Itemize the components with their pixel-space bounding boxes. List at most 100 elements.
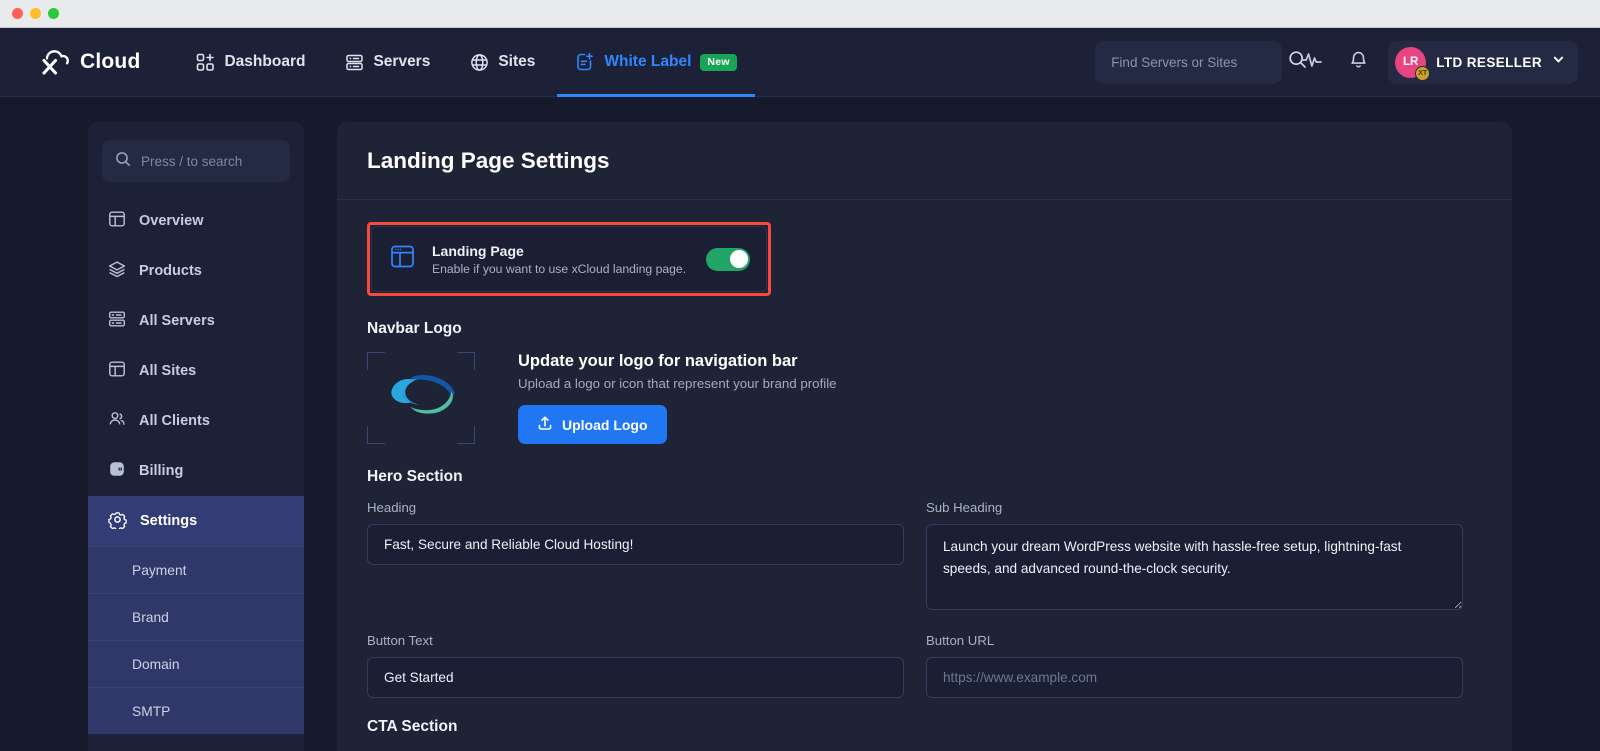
textarea-hero-subheading[interactable] — [926, 524, 1463, 610]
navbar-logo-heading: Update your logo for navigation bar — [518, 352, 798, 370]
globe-icon — [470, 53, 489, 72]
sidebar-subitem-domain[interactable]: Domain — [88, 640, 304, 687]
nav-label-dashboard: Dashboard — [224, 53, 306, 70]
server-rack-icon — [108, 310, 126, 332]
nav-label-white-label: White Label — [604, 53, 692, 70]
hero-section-title: Hero Section — [367, 468, 463, 485]
main-nav-items: Dashboard Servers Sites White Label New — [178, 28, 756, 97]
cta-section-title: CTA Section — [367, 718, 458, 735]
sidebar-item-settings[interactable]: Settings — [88, 496, 304, 546]
sidebar-item-products[interactable]: Products — [88, 246, 304, 296]
sidebar-sublabel-brand: Brand — [132, 609, 169, 625]
brand-logo[interactable]: Cloud — [38, 49, 140, 75]
nav-item-dashboard[interactable]: Dashboard — [178, 28, 323, 96]
label-hero-subheading: Sub Heading — [926, 500, 1003, 515]
nav-item-white-label[interactable]: White Label New — [557, 28, 756, 97]
user-name: LTD RESELLER — [1436, 54, 1542, 70]
top-right-controls: LR XT LTD RESELLER — [1095, 40, 1578, 84]
field-button-text: Button Text — [367, 633, 904, 698]
input-button-url[interactable] — [926, 657, 1463, 698]
brand-name: Cloud — [80, 50, 141, 73]
avatar-tier-badge: XT — [1415, 65, 1431, 81]
sidebar-sublabel-smtp: SMTP — [132, 703, 171, 719]
sidebar-label-products: Products — [139, 263, 202, 279]
landing-page-toggle[interactable] — [706, 247, 750, 271]
sidebar-label-billing: Billing — [139, 463, 184, 479]
main-panel: Landing Page Settings Landing Page Enabl… — [337, 122, 1512, 751]
logo-preview-frame[interactable] — [367, 352, 475, 444]
input-hero-heading[interactable] — [367, 524, 904, 565]
notifications-button[interactable] — [1342, 46, 1374, 78]
input-button-text[interactable] — [367, 657, 904, 698]
sidebar-search-box[interactable] — [102, 140, 304, 182]
xcloud-swirl-logo — [384, 368, 458, 429]
xcloud-cloud-x-icon — [38, 49, 72, 75]
sidebar-label-all-clients: All Clients — [139, 413, 210, 429]
sidebar-item-billing[interactable]: Billing — [88, 446, 304, 496]
server-rack-icon — [345, 53, 364, 72]
sidebar-subitem-payment[interactable]: Payment — [88, 546, 304, 593]
upload-logo-button[interactable]: Upload Logo — [518, 405, 667, 444]
app-window: Cloud Dashboard Servers Sites White Labe… — [0, 28, 1600, 751]
maximize-button[interactable] — [48, 8, 59, 19]
close-button[interactable] — [12, 8, 23, 19]
crop-corner-bl — [367, 426, 385, 444]
minimize-button[interactable] — [30, 8, 41, 19]
upload-logo-label: Upload Logo — [562, 416, 648, 433]
sidebar-item-overview[interactable]: Overview — [88, 196, 304, 246]
wallet-icon — [108, 460, 126, 482]
crop-corner-br — [457, 426, 475, 444]
sidebar-item-all-clients[interactable]: All Clients — [88, 396, 304, 446]
traffic-lights — [12, 8, 59, 19]
sidebar-search-input[interactable] — [141, 153, 304, 169]
label-hero-heading: Heading — [367, 500, 417, 515]
activity-button[interactable] — [1296, 46, 1328, 78]
window-titlebar — [0, 0, 1600, 28]
users-icon — [108, 410, 126, 432]
user-menu[interactable]: LR XT LTD RESELLER — [1388, 40, 1578, 84]
sidebar-label-settings: Settings — [140, 513, 198, 529]
navbar-logo-section-title: Navbar Logo — [367, 320, 462, 337]
landing-page-title: Landing Page — [432, 242, 524, 259]
page-title: Landing Page Settings — [367, 147, 610, 173]
navbar-logo-copy: Update your logo for navigation bar Uplo… — [518, 352, 837, 444]
sidebar-item-all-servers[interactable]: All Servers — [88, 296, 304, 346]
nav-label-servers: Servers — [373, 53, 431, 70]
nav-item-servers[interactable]: Servers — [327, 28, 448, 96]
field-hero-heading: Heading — [367, 500, 904, 615]
crop-corner-tl — [367, 352, 385, 370]
label-button-text: Button Text — [367, 633, 433, 648]
label-button-url: Button URL — [926, 633, 995, 648]
sidebar-label-overview: Overview — [139, 213, 204, 229]
hero-fields-grid: Heading Sub Heading Button Text Button U… — [367, 500, 1482, 716]
main-panel-header: Landing Page Settings — [337, 122, 1512, 200]
sidebar-label-all-servers: All Servers — [139, 313, 215, 329]
global-search-input[interactable] — [1111, 54, 1289, 70]
sidebar-subitem-smtp[interactable]: SMTP — [88, 687, 304, 734]
chevron-down-icon[interactable] — [1552, 53, 1565, 71]
sidebar-sublabel-domain: Domain — [132, 656, 180, 672]
nav-item-sites[interactable]: Sites — [452, 28, 553, 96]
landing-page-subtitle: Enable if you want to use xCloud landing… — [432, 261, 687, 276]
nav-label-sites: Sites — [498, 53, 536, 70]
search-icon — [115, 151, 131, 172]
field-hero-subheading: Sub Heading — [926, 500, 1463, 615]
global-search-box[interactable] — [1095, 40, 1307, 84]
landing-page-card[interactable]: Landing Page Enable if you want to use x… — [371, 226, 767, 292]
landing-page-highlight-box: Landing Page Enable if you want to use x… — [367, 222, 771, 296]
sidebar-subitem-brand[interactable]: Brand — [88, 593, 304, 640]
layout-panel-icon — [108, 360, 126, 382]
layout-panel-icon — [108, 210, 126, 232]
navbar-logo-subtext: Upload a logo or icon that represent you… — [518, 376, 837, 391]
avatar: LR XT — [1395, 46, 1431, 81]
document-plus-icon — [575, 52, 595, 72]
layers-icon — [108, 260, 126, 282]
new-badge: New — [700, 53, 737, 71]
gear-icon — [108, 510, 127, 533]
sidebar-sublabel-payment: Payment — [132, 562, 187, 578]
top-navigation-bar: Cloud Dashboard Servers Sites White Labe… — [0, 28, 1600, 97]
sidebar-item-all-sites[interactable]: All Sites — [88, 346, 304, 396]
avatar-initials: LR — [1403, 56, 1419, 68]
upload-icon — [537, 415, 553, 434]
crop-corner-tr — [457, 352, 475, 370]
